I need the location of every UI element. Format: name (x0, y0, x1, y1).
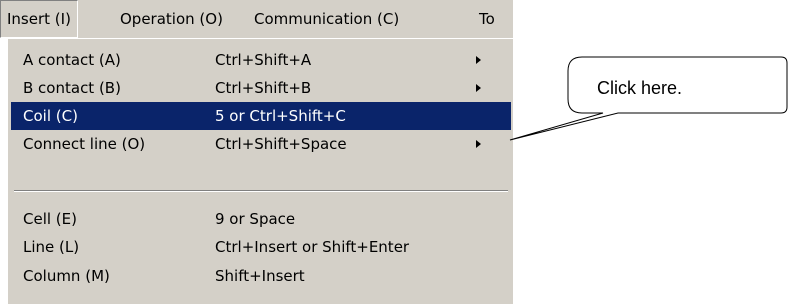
menu-communication-label: Communication (C) (254, 10, 400, 28)
menu-item-label: B contact (B) (23, 79, 121, 97)
menu-item-line[interactable]: Line (L) Ctrl+Insert or Shift+Enter (11, 233, 511, 261)
menu-item-shortcut: Ctrl+Shift+A (215, 51, 312, 69)
menu-insert-label: Insert (I) (7, 10, 71, 28)
menu-item-label: Column (M) (23, 267, 110, 285)
menu-item-cell[interactable]: Cell (E) 9 or Space (11, 205, 511, 233)
menu-separator (14, 190, 508, 192)
menu-bar: Insert (I) Operation (O) Communication (… (0, 0, 513, 38)
menu-item-b-contact[interactable]: B contact (B) Ctrl+Shift+B (11, 74, 511, 102)
menu-item-shortcut: Ctrl+Shift+Space (215, 135, 347, 153)
submenu-arrow-icon (476, 56, 481, 64)
insert-dropdown-menu: A contact (A) Ctrl+Shift+A B contact (B)… (7, 38, 513, 304)
menu-item-shortcut: 9 or Space (215, 210, 296, 228)
submenu-arrow-icon (476, 84, 481, 92)
menu-item-a-contact[interactable]: A contact (A) Ctrl+Shift+A (11, 46, 511, 74)
menu-tools-label: To (479, 10, 495, 28)
menu-item-coil[interactable]: Coil (C) 5 or Ctrl+Shift+C (11, 102, 511, 130)
menu-item-shortcut: Ctrl+Shift+B (215, 79, 312, 97)
menu-tools[interactable]: To (473, 0, 501, 38)
menu-operation-label: Operation (O) (120, 10, 223, 28)
menu-communication[interactable]: Communication (C) (248, 0, 405, 38)
menu-item-label: Line (L) (23, 238, 80, 256)
menu-item-connect-line[interactable]: Connect line (O) Ctrl+Shift+Space (11, 130, 511, 158)
menu-item-column[interactable]: Column (M) Shift+Insert (11, 262, 511, 290)
menu-operation[interactable]: Operation (O) (114, 0, 229, 38)
callout-text: Click here. (597, 78, 683, 98)
menu-item-label: Cell (E) (23, 210, 77, 228)
menu-insert[interactable]: Insert (I) (0, 0, 78, 38)
menu-item-label: Coil (C) (23, 107, 78, 125)
menu-item-shortcut: 5 or Ctrl+Shift+C (215, 107, 346, 125)
menu-item-shortcut: Ctrl+Insert or Shift+Enter (215, 238, 410, 256)
submenu-arrow-icon (476, 140, 481, 148)
menu-item-label: A contact (A) (23, 51, 121, 69)
menu-item-shortcut: Shift+Insert (215, 267, 305, 285)
menu-item-label: Connect line (O) (23, 135, 146, 153)
